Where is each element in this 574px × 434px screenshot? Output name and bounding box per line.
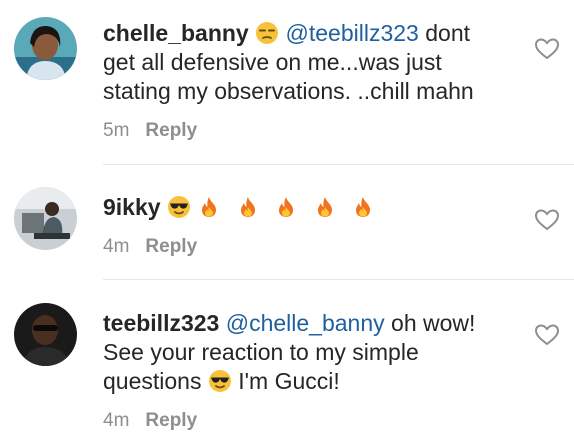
comment-text: I'm Gucci! (238, 368, 340, 394)
unamused-face-emoji (255, 21, 279, 45)
reply-button[interactable]: Reply (145, 236, 197, 258)
avatar[interactable] (14, 187, 77, 250)
comment-username[interactable]: teebillz323 (103, 310, 219, 336)
avatar[interactable] (14, 17, 77, 80)
comment-timestamp: 4m (103, 236, 130, 257)
fire-emoji (351, 195, 375, 219)
fire-emoji (197, 195, 221, 219)
fire-emoji (236, 195, 260, 219)
sunglasses-face-emoji (208, 369, 232, 393)
mention-link[interactable]: @teebillz323 (286, 20, 419, 46)
comment-timestamp: 4m (103, 410, 130, 431)
comment-item: teebillz323 @chelle_banny oh wow! See yo… (0, 280, 574, 434)
comment-timestamp: 5m (103, 120, 130, 141)
heart-outline-icon[interactable] (534, 323, 560, 347)
comment-item: chelle_banny @teebillz323 dont get all d… (0, 0, 574, 165)
reply-button[interactable]: Reply (145, 410, 197, 432)
mention-link[interactable]: @chelle_banny (226, 310, 385, 336)
comments-list: chelle_banny @teebillz323 dont get all d… (0, 0, 574, 434)
fire-emoji (313, 195, 337, 219)
fire-emoji (274, 195, 298, 219)
sunglasses-face-emoji (167, 195, 191, 219)
avatar[interactable] (14, 303, 77, 366)
heart-outline-icon[interactable] (534, 208, 560, 232)
comment-item: 9ikky 4m Reply (0, 165, 574, 280)
reply-button[interactable]: Reply (145, 120, 197, 142)
comment-username[interactable]: chelle_banny (103, 20, 249, 46)
heart-outline-icon[interactable] (534, 37, 560, 61)
comment-username[interactable]: 9ikky (103, 194, 161, 220)
